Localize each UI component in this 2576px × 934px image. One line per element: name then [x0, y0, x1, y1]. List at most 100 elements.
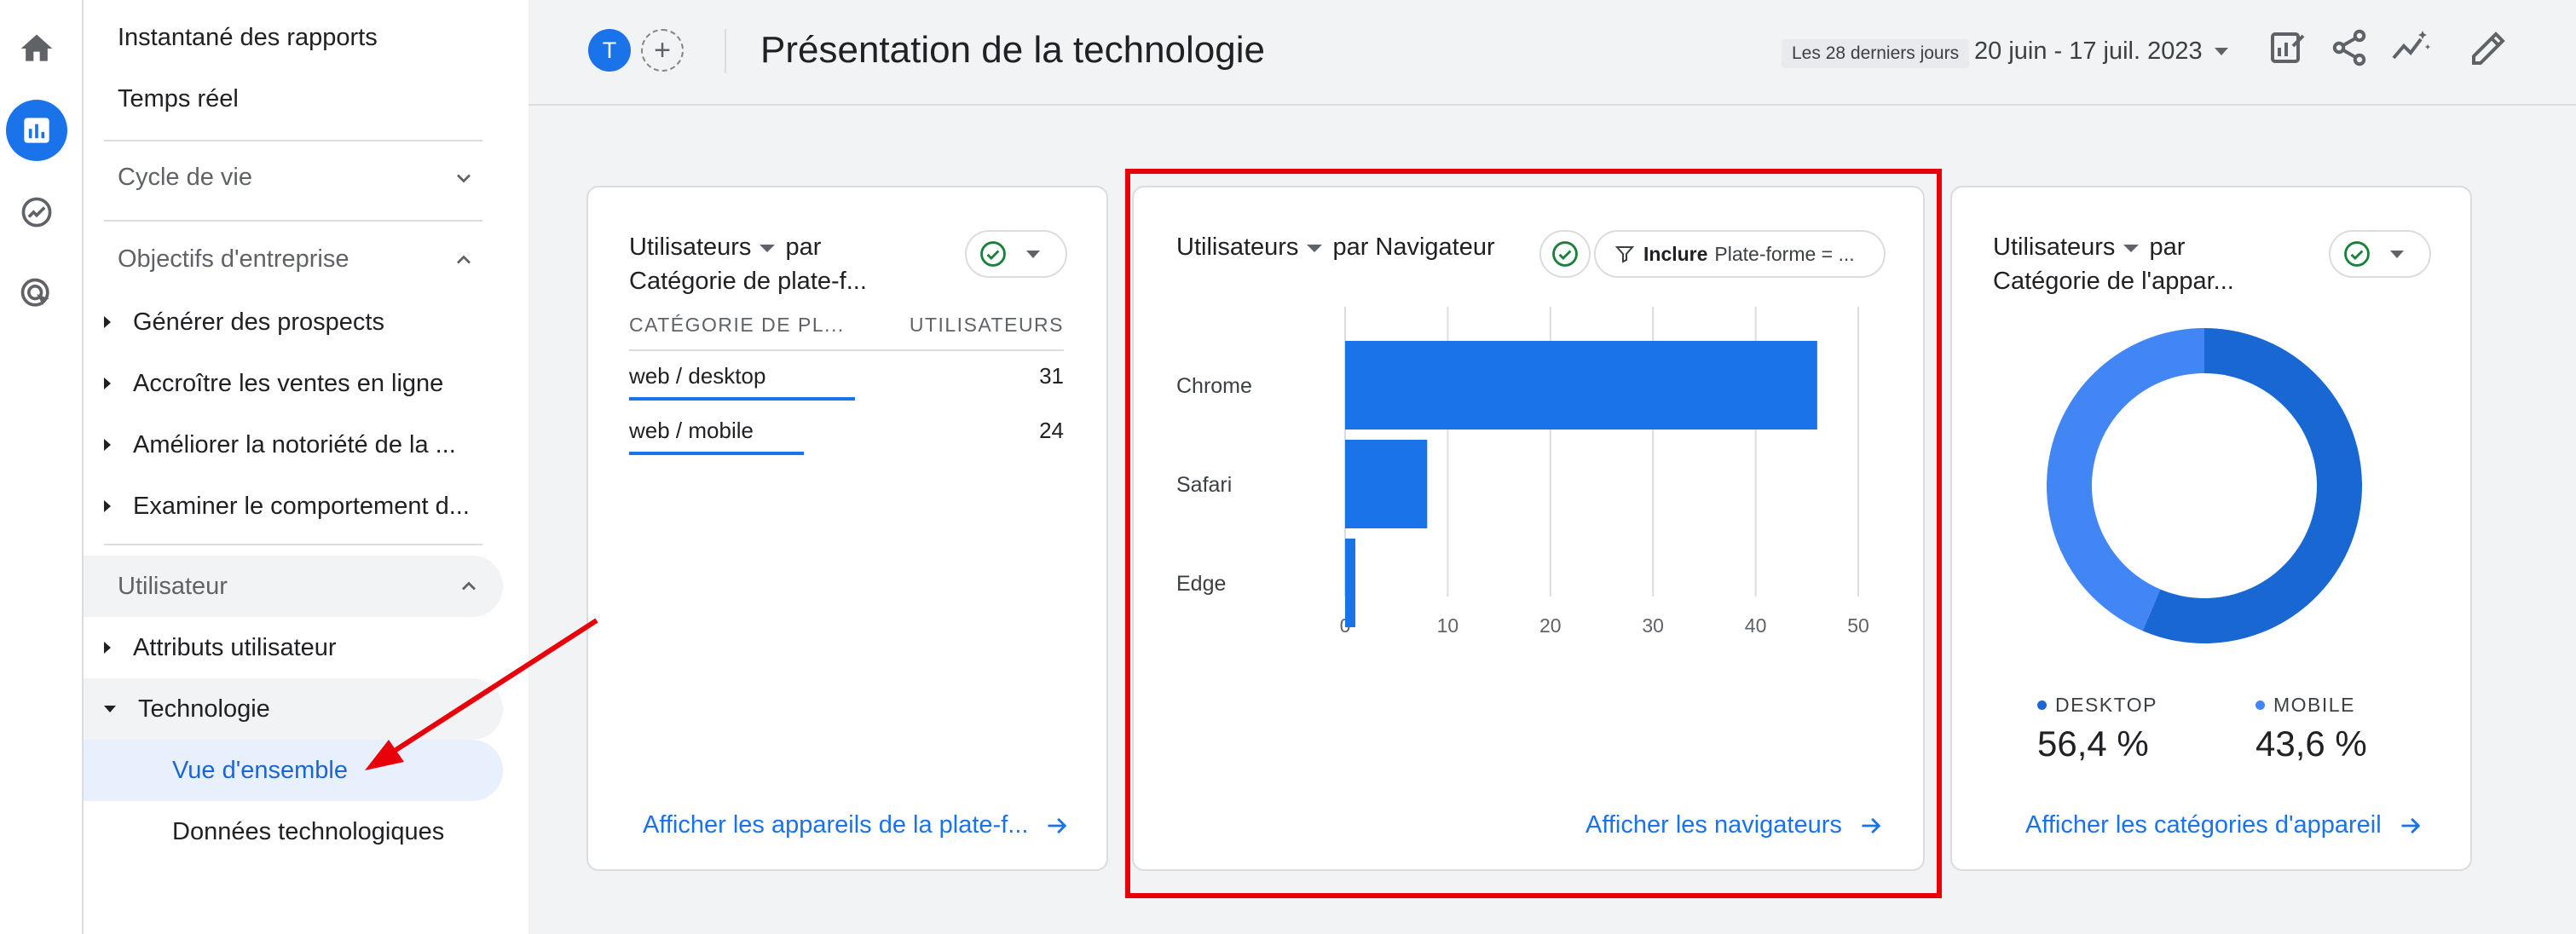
title-text: par: [2149, 234, 2186, 261]
metric-selector[interactable]: Utilisateurs: [1176, 234, 1298, 261]
legend-value: 56,4 %: [2037, 724, 2149, 764]
nav-item-leads[interactable]: Générer des prospects: [84, 291, 510, 353]
nav-item-label: Technologie: [138, 695, 270, 723]
link-label: Afficher les catégories d'appareil: [2025, 811, 2382, 839]
view-device-categories-link[interactable]: Afficher les catégories d'appareil: [2025, 811, 2423, 839]
nav-section-business[interactable]: Objectifs d'entreprise: [118, 245, 476, 274]
metric-selector[interactable]: Utilisateurs: [1993, 234, 2115, 261]
column-header[interactable]: UTILISATEURS: [910, 314, 1064, 337]
comparison-chip[interactable]: [1539, 230, 1591, 278]
nav-item-technology[interactable]: Technologie: [84, 678, 503, 740]
device-donut-chart: [2047, 328, 2362, 643]
nav-item-user-attributes[interactable]: Attributs utilisateur: [84, 617, 510, 678]
page-header: T + Présentation de la technologie Les 2…: [528, 0, 2576, 106]
browser-bar-chart: 01020304050ChromeSafariEdge: [1176, 307, 1869, 637]
filter-icon: [1614, 246, 1635, 263]
collapse-arrow-icon: [104, 706, 116, 712]
share-icon[interactable]: [2329, 27, 2370, 68]
column-header[interactable]: CATÉGORIE DE PL...: [629, 314, 845, 337]
reports-icon[interactable]: [6, 100, 67, 161]
nav-item-label: Données technologiques: [172, 817, 445, 845]
date-range-picker[interactable]: 20 juin - 17 juil. 2023: [1974, 37, 2228, 66]
dimension-label[interactable]: Catégorie de l'appar...: [1993, 268, 2234, 295]
row-value: 31: [1039, 363, 1064, 389]
nav-item-label: Attributs utilisateur: [133, 633, 337, 661]
customize-report-icon[interactable]: [2267, 27, 2308, 68]
comparison-chip[interactable]: [965, 230, 1067, 278]
x-tick-label: 30: [1642, 614, 1664, 637]
metric-dropdown-icon[interactable]: [760, 244, 776, 252]
legend-dot: [2255, 700, 2265, 710]
x-tick-label: 50: [1847, 614, 1869, 637]
nav-section-lifecycle[interactable]: Cycle de vie: [118, 164, 476, 192]
x-tick-label: 10: [1437, 614, 1459, 637]
expand-arrow-icon: [104, 316, 111, 328]
nav-item-label: Générer des prospects: [133, 308, 384, 336]
card-device-category: Utilisateurs par Catégorie de l'appar... …: [1950, 186, 2472, 871]
edit-icon[interactable]: [2469, 27, 2510, 68]
expand-arrow-icon: [104, 642, 111, 654]
nav-realtime[interactable]: Temps réel: [118, 85, 239, 113]
check-circle-icon: [1552, 241, 1578, 267]
divider: [104, 544, 482, 545]
metric-dropdown-icon[interactable]: [1307, 244, 1323, 252]
view-browsers-link[interactable]: Afficher les navigateurs: [1585, 811, 1883, 839]
advertising-icon[interactable]: [6, 263, 67, 325]
comparison-chip[interactable]: [2329, 230, 2431, 278]
card-browser: Utilisateurs par Navigateur Inclure Plate…: [1132, 186, 1925, 871]
metric-dropdown-icon[interactable]: [2123, 244, 2140, 252]
table-row[interactable]: web / desktop 31: [629, 363, 1064, 389]
bar-edge[interactable]: [1345, 539, 1356, 627]
legend-dot: [2037, 700, 2047, 710]
nav-item-label: Améliorer la notoriété de la ...: [133, 430, 456, 458]
legend-value: 43,6 %: [2255, 724, 2367, 764]
legend-mobile: MOBILE 43,6 %: [2255, 694, 2367, 764]
x-tick-label: 40: [1745, 614, 1767, 637]
legend-desktop: DESKTOP 56,4 %: [2037, 694, 2157, 764]
insights-icon[interactable]: [2390, 27, 2431, 68]
dimension-label[interactable]: Catégorie de plate-f...: [629, 268, 867, 295]
filter-mode: Inclure: [1643, 242, 1708, 265]
arrow-right-icon: [2401, 817, 2421, 833]
row-label: web / mobile: [629, 418, 754, 443]
divider: [629, 349, 1064, 351]
expand-arrow-icon: [104, 378, 111, 389]
check-circle-icon: [2344, 241, 2370, 267]
add-comparison-button[interactable]: +: [641, 29, 684, 72]
filter-chip[interactable]: Inclure Plate-forme = ...: [1594, 230, 1886, 278]
home-icon[interactable]: [6, 18, 67, 79]
check-circle-icon: [980, 241, 1006, 267]
card-title: Utilisateurs par Catégorie de l'appar...: [1993, 230, 2234, 298]
bar-safari[interactable]: [1345, 440, 1428, 528]
table-row[interactable]: web / mobile 24: [629, 418, 1064, 444]
nav-item-behavior[interactable]: Examiner le comportement d...: [84, 476, 510, 537]
bar-chrome[interactable]: [1345, 341, 1817, 430]
expand-arrow-icon: [104, 500, 111, 512]
metric-selector[interactable]: Utilisateurs: [629, 234, 751, 261]
legend-label: DESKTOP: [2055, 694, 2157, 716]
nav-snapshot[interactable]: Instantané des rapports: [118, 24, 378, 52]
divider: [725, 29, 726, 73]
avatar[interactable]: T: [588, 29, 631, 72]
nav-item-tech-details[interactable]: Données technologiques: [84, 801, 510, 862]
explore-icon[interactable]: [6, 182, 67, 243]
title-text: par: [785, 234, 822, 261]
card-title: Utilisateurs par Catégorie de plate-f...: [629, 230, 867, 298]
report-navigation: Instantané des rapports Temps réel Cycle…: [84, 0, 528, 934]
nav-item-sales[interactable]: Accroître les ventes en ligne: [84, 353, 510, 414]
nav-item-label: Vue d'ensemble: [172, 756, 348, 784]
nav-section-user[interactable]: Utilisateur: [84, 556, 503, 617]
section-label: Objectifs d'entreprise: [118, 245, 349, 273]
share-bar: [629, 397, 855, 401]
donut-slice-mobile[interactable]: [2047, 328, 2204, 631]
caret-down-icon: [2214, 48, 2228, 55]
nav-item-label: Examiner le comportement d...: [133, 492, 470, 520]
view-platform-devices-link[interactable]: Afficher les appareils de la plate-f...: [643, 811, 1069, 839]
category-label: Chrome: [1176, 374, 1252, 398]
left-rail: [0, 0, 84, 934]
legend-label: MOBILE: [2273, 694, 2355, 716]
link-label: Afficher les navigateurs: [1585, 811, 1842, 839]
nav-item-awareness[interactable]: Améliorer la notoriété de la ...: [84, 414, 510, 476]
nav-item-label: Accroître les ventes en ligne: [133, 369, 444, 397]
nav-item-overview[interactable]: Vue d'ensemble: [84, 740, 503, 801]
